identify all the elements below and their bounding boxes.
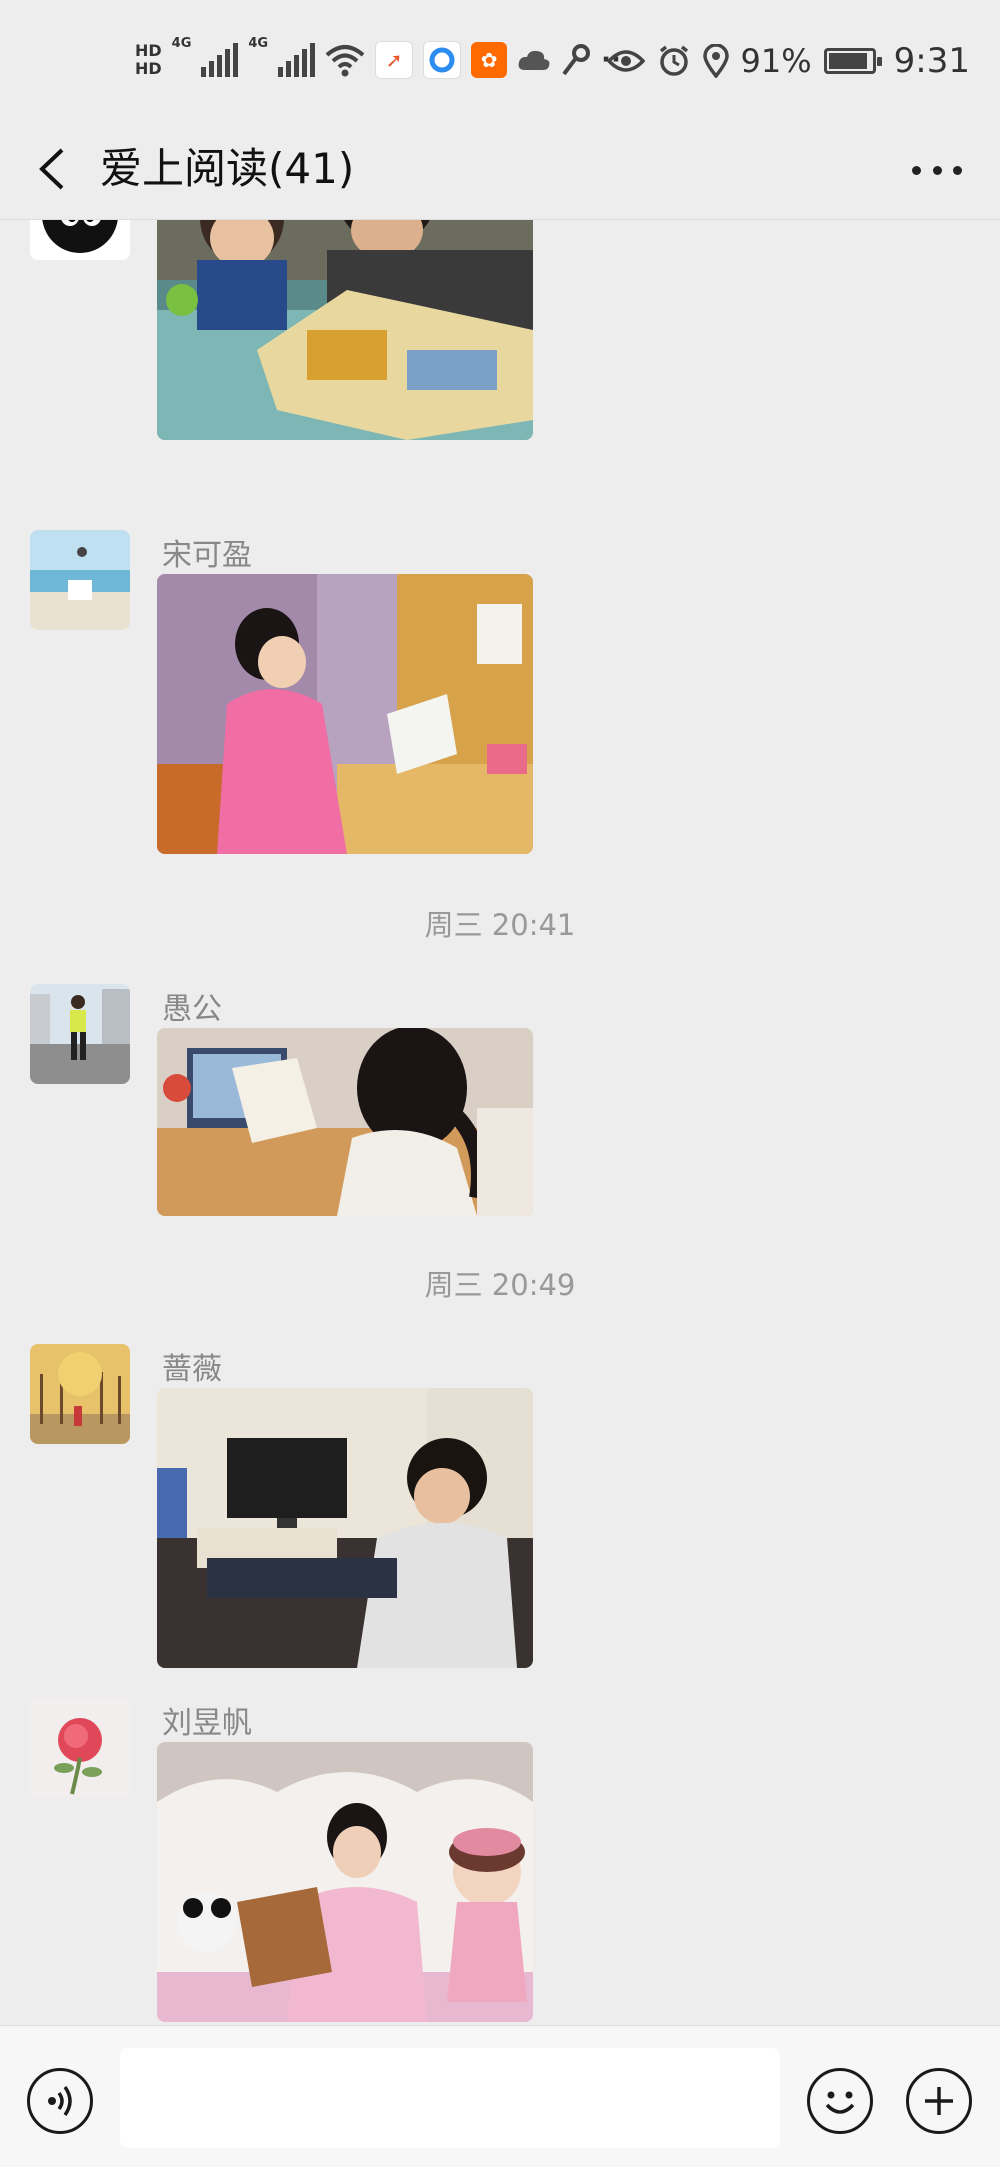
sender-name: 愚公 bbox=[162, 992, 222, 1027]
more-dots-icon[interactable] bbox=[912, 156, 962, 184]
network-type-1: 4G bbox=[171, 36, 192, 51]
avatar[interactable] bbox=[30, 1698, 130, 1798]
battery-fill bbox=[828, 53, 867, 69]
avatar[interactable] bbox=[30, 1344, 130, 1444]
timestamp: 周三 20:49 bbox=[424, 1268, 576, 1302]
eye-icon bbox=[606, 50, 645, 72]
photo-two-boys-reading[interactable] bbox=[157, 220, 533, 440]
emoji-icon[interactable] bbox=[807, 2068, 873, 2134]
photo-boy-reading-at-desk[interactable] bbox=[157, 1388, 533, 1668]
alarm-icon bbox=[659, 45, 688, 76]
timestamp: 周三 20:41 bbox=[424, 908, 576, 942]
sender-name: 宋可盈 bbox=[162, 538, 252, 573]
photo-girl-reading-on-bed[interactable] bbox=[157, 1742, 533, 2022]
input-bar bbox=[0, 2025, 1000, 2167]
status-left: HD HD 4G 4G ➚ ✿ ··· bbox=[135, 30, 631, 90]
wifi-icon bbox=[325, 45, 365, 77]
plus-icon[interactable] bbox=[906, 2068, 972, 2134]
chevron-left-icon[interactable] bbox=[30, 144, 80, 194]
message-input[interactable] bbox=[120, 2048, 780, 2148]
hd1-label: HD bbox=[135, 41, 162, 60]
sender-name: 刘昱帆 bbox=[162, 1706, 252, 1741]
chat-header: 爱上阅读(41) bbox=[0, 120, 1000, 220]
signal-icon bbox=[201, 43, 239, 77]
signal-icon-2 bbox=[278, 43, 316, 77]
hd2-label: HD bbox=[135, 59, 162, 78]
photo-girl-reading-at-desk[interactable] bbox=[157, 574, 533, 854]
clock: 9:31 bbox=[893, 41, 970, 81]
battery-icon bbox=[823, 48, 882, 74]
status-bar: HD HD 4G 4G ➚ ✿ ··· 91% 9:31 bbox=[0, 0, 1000, 120]
avatar[interactable] bbox=[30, 530, 130, 630]
avatar[interactable] bbox=[30, 220, 130, 260]
chat-title: 爱上阅读(41) bbox=[100, 144, 355, 193]
sender-name: 蔷薇 bbox=[162, 1352, 222, 1387]
voice-icon[interactable] bbox=[27, 2068, 93, 2134]
message-list[interactable]: 宋可盈 周三 20:41 愚公 周三 20:49 蔷薇 刘昱帆 bbox=[0, 220, 1000, 2025]
hd-indicators: HD HD bbox=[135, 42, 162, 78]
app-icon-orange: ➚ bbox=[375, 41, 414, 79]
location-icon bbox=[702, 44, 729, 78]
battery-percent: 91% bbox=[740, 42, 812, 80]
app-icon-kuaishou: ✿ bbox=[471, 42, 508, 78]
avatar[interactable] bbox=[30, 984, 130, 1084]
status-right: 91% 9:31 bbox=[606, 36, 970, 86]
app-icon-blue bbox=[423, 41, 462, 79]
key-icon bbox=[562, 44, 591, 76]
network-type-2: 4G bbox=[248, 36, 269, 51]
photo-girl-reading-with-laptop[interactable] bbox=[157, 1028, 533, 1216]
cloud-icon bbox=[518, 50, 550, 70]
